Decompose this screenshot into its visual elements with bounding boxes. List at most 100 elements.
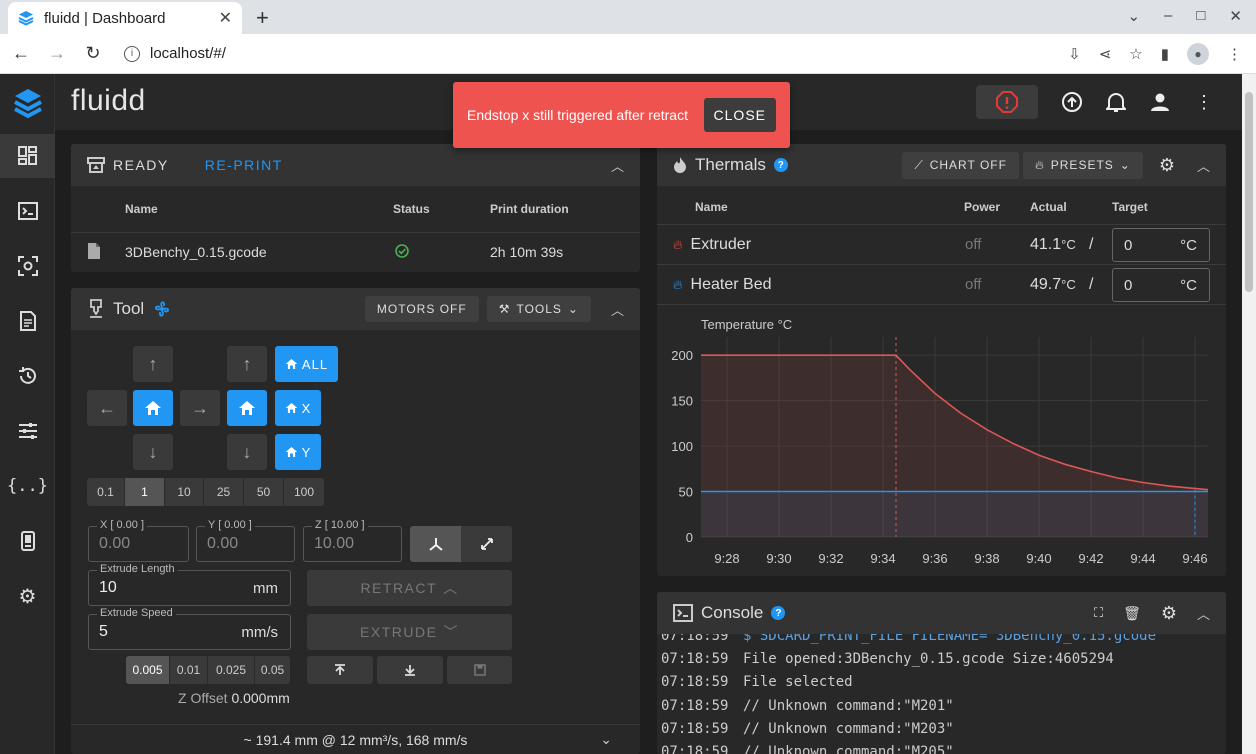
sidebar-item-system[interactable] (0, 519, 55, 563)
notifications-button[interactable] (1098, 84, 1134, 120)
user-button[interactable] (1142, 84, 1178, 120)
trash-delete-icon[interactable]: 🗑︎ (1123, 605, 1141, 622)
extrusion-estimate-footer[interactable]: ~ 191.4 mm @ 12 mm³/s, 168 mm/s ⌄ (71, 724, 640, 754)
browser-menu-icon[interactable]: ⋮ (1227, 45, 1242, 63)
tab-search-icon[interactable]: ⌄ (1127, 7, 1140, 25)
z-offset-readout: Z Offset 0.000mm (178, 690, 290, 706)
sidebar-item-configuration[interactable]: {..} (0, 464, 55, 508)
home-xy-button[interactable] (133, 390, 173, 426)
sidebar-item-history[interactable] (0, 354, 55, 398)
retract-button[interactable]: RETRACT ︿ (307, 570, 512, 606)
bed-target-input[interactable]: 0 °C (1112, 267, 1210, 302)
help-icon[interactable]: ? (773, 158, 788, 172)
z-offset-down-button[interactable] (377, 656, 443, 684)
sidebar-item-camera[interactable] (0, 244, 55, 288)
url-field[interactable]: i localhost/#/ (124, 38, 1064, 69)
cooling-fan-icon[interactable] (152, 299, 172, 319)
browser-tab[interactable]: fluidd | Dashboard ✕ (8, 2, 242, 34)
extrude-speed-field[interactable]: Extrude Speed 5 mm/s (88, 607, 291, 650)
upload-button[interactable] (1054, 84, 1090, 120)
position-x-field[interactable]: X [ 0.00 ] 0.00 (88, 519, 189, 562)
step-option-selected[interactable]: 1 (125, 478, 165, 506)
thermals-card: Thermals ? ⟋ CHART OFF 🔥︎ PRESETS ⌄ ⚙ ︿ Nam… (657, 144, 1226, 576)
scrollbar-thumb[interactable] (1245, 92, 1253, 292)
install-icon[interactable]: ⇩ (1068, 45, 1081, 63)
step-option[interactable]: 50 (244, 478, 284, 506)
jog-y-minus-button[interactable]: ↓ (133, 434, 173, 470)
home-x-button[interactable]: X (275, 390, 321, 426)
console-log[interactable]: 07:18:59 $ SDCARD_PRINT_FILE FILENAME="3D… (657, 634, 1226, 754)
z-step-option[interactable]: 0.05 (255, 656, 290, 684)
position-y-field[interactable]: Y [ 0.00 ] 0.00 (196, 519, 295, 562)
sidebar-item-dashboard[interactable] (0, 134, 55, 178)
extruder-target-input[interactable]: 0 °C (1112, 227, 1210, 262)
jog-z-minus-button[interactable]: ↓ (227, 434, 267, 470)
tools-dropdown-button[interactable]: ⚒ TOOLS ⌄ (486, 296, 591, 322)
chart-off-button[interactable]: ⟋ CHART OFF (902, 151, 1019, 179)
table-row[interactable]: 3DBenchy_0.15.gcode 2h 10m 39s (71, 231, 640, 272)
motors-off-button[interactable]: MOTORS OFF (364, 296, 479, 322)
step-option[interactable]: 100 (284, 478, 324, 506)
gear-icon[interactable]: ⚙ (1161, 603, 1177, 624)
absolute-mode-button[interactable] (410, 526, 461, 562)
share-icon[interactable]: ⋖ (1099, 45, 1112, 63)
minimize-icon[interactable]: – (1164, 7, 1172, 25)
console-line: 07:18:59 $ SDCARD_PRINT_FILE FILENAME="3D… (661, 634, 1165, 644)
jog-y-plus-button[interactable]: ↑ (133, 346, 173, 382)
z-offset-up-button[interactable] (307, 656, 373, 684)
z-offset-save-button[interactable] (447, 656, 512, 684)
forward-icon[interactable]: → (42, 43, 72, 64)
close-tab-icon[interactable]: ✕ (219, 8, 232, 28)
position-z-field[interactable]: Z [ 10.00 ] 10.00 (303, 519, 402, 562)
new-tab-icon[interactable]: + (256, 5, 269, 31)
site-info-icon[interactable]: i (124, 45, 140, 62)
sidebar-item-console[interactable] (0, 189, 55, 233)
page-scrollbar[interactable] (1242, 74, 1256, 754)
extrude-button[interactable]: EXTRUDE ﹀ (307, 614, 512, 650)
sidebar-item-jobs[interactable] (0, 299, 55, 343)
snackbar-message: Endstop x still triggered after retract (467, 107, 688, 123)
gear-icon[interactable]: ⚙ (1159, 155, 1175, 176)
relative-mode-button[interactable] (461, 526, 512, 562)
z-step-option[interactable]: 0.025 (208, 656, 255, 684)
collapse-chevron-up-icon[interactable]: ︿ (1197, 604, 1210, 623)
reprint-button[interactable]: RE-PRINT (205, 157, 283, 173)
sidebar-item-settings[interactable]: ⚙ (0, 574, 55, 618)
home-all-button[interactable]: ALL (275, 346, 338, 382)
sidebar-item-tune[interactable] (0, 409, 55, 453)
home-z-button[interactable] (227, 390, 267, 426)
presets-dropdown-button[interactable]: 🔥︎ PRESETS ⌄ (1022, 151, 1143, 179)
profile-avatar-icon[interactable]: ● (1187, 42, 1209, 65)
jog-x-minus-button[interactable]: ← (87, 390, 127, 426)
bookmark-star-icon[interactable]: ☆ (1129, 45, 1142, 63)
help-icon[interactable]: ? (771, 606, 786, 620)
z-step-option[interactable]: 0.01 (170, 656, 208, 684)
chevron-up-icon: ︿ (443, 580, 459, 596)
reload-icon[interactable]: ↻ (78, 43, 108, 64)
jog-z-plus-button[interactable]: ↑ (227, 346, 267, 382)
step-option[interactable]: 25 (204, 478, 244, 506)
collapse-chevron-up-icon[interactable]: ︿ (611, 300, 624, 319)
fullscreen-icon[interactable]: ⛶ (1094, 605, 1103, 621)
app-brand: fluidd (71, 84, 146, 117)
side-panel-icon[interactable]: ▮ (1161, 45, 1169, 63)
collapse-chevron-up-icon[interactable]: ︿ (611, 156, 624, 175)
fluidd-logo-icon[interactable] (0, 80, 55, 130)
chevron-down-icon: ⌄ (600, 731, 612, 747)
collapse-chevron-up-icon[interactable]: ︿ (1197, 156, 1210, 175)
close-window-icon[interactable]: ✕ (1229, 7, 1242, 25)
console-line: 07:18:59// Unknown command:"M203" (661, 721, 954, 737)
snackbar-close-button[interactable]: CLOSE (703, 98, 776, 132)
emergency-stop-button[interactable] (976, 85, 1038, 119)
step-option[interactable]: 10 (165, 478, 204, 506)
home-y-button[interactable]: Y (275, 434, 321, 470)
step-option[interactable]: 0.1 (87, 478, 125, 506)
heater-power: off (965, 236, 982, 253)
maximize-icon[interactable]: □ (1196, 7, 1205, 25)
extrude-length-field[interactable]: Extrude Length 10 mm (88, 563, 291, 606)
app-menu-button[interactable]: ⋮ (1186, 84, 1222, 120)
temperature-chart[interactable]: Temperature °C 0 50 100 150 200 9:28 9:30 9:32… (657, 305, 1226, 576)
z-step-option-selected[interactable]: 0.005 (126, 656, 170, 684)
back-icon[interactable]: ← (6, 43, 36, 64)
jog-x-plus-button[interactable]: → (180, 390, 220, 426)
